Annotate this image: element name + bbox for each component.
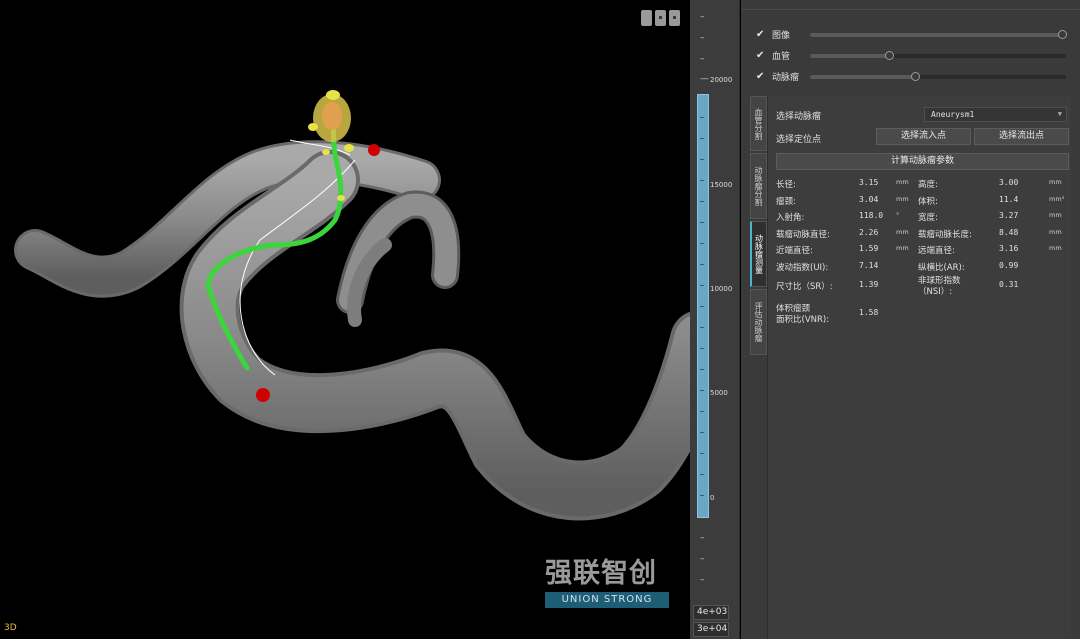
colorbar-label-10000: 10000: [710, 285, 733, 293]
param-label: 近端直径:: [776, 246, 813, 256]
aneurysm-opacity-slider[interactable]: [810, 72, 1066, 81]
colorbar-label-15000: 15000: [710, 181, 733, 189]
param-label: 纵横比(AR):: [918, 262, 965, 273]
param-value-sr: 1.39: [859, 280, 879, 289]
image-checkbox[interactable]: ✔: [756, 29, 768, 40]
param-value: 3.04: [859, 194, 879, 204]
param-label: 远端直径:: [918, 246, 955, 256]
param-value: 3.15: [859, 178, 879, 187]
param-value: 3.16: [999, 244, 1019, 253]
logo-subtitle: UNION STRONG: [545, 592, 669, 608]
param-label-vnr-line2: 面积比(VNR):: [776, 315, 830, 325]
param-value: 8.48: [999, 227, 1019, 237]
param-value: 1.59: [859, 244, 879, 253]
param-label: 体积:: [918, 196, 938, 207]
param-unit: mm: [896, 178, 909, 186]
tick-mark: –: [700, 554, 705, 564]
view-controls: [641, 10, 680, 26]
tick-mark: –: [700, 54, 705, 64]
colorbar-label-5000: 5000: [710, 389, 728, 397]
param-label-nsi-line2: （NSI）:: [918, 287, 953, 297]
param-unit: mm: [1049, 227, 1062, 236]
param-value-nsi: 0.31: [999, 280, 1019, 289]
measurement-content: 选择动脉瘤 Aneurysm1 ▼ 选择定位点 选择流入点 选择流出点 计算动脉…: [767, 96, 1071, 639]
colorbar-label-max: 20000: [710, 76, 733, 84]
tick-mark: –: [700, 533, 705, 543]
tick-mark: –: [700, 12, 705, 22]
param-label: 载瘤动脉长度:: [918, 229, 972, 240]
tab-aneurysm-segmentation[interactable]: 动脉瘤分割: [750, 153, 767, 219]
aneurysm-select-value: Aneurysm1: [931, 110, 975, 119]
param-value: 11.4: [999, 194, 1019, 204]
view-button-2[interactable]: [655, 10, 666, 26]
vessel-render: [14, 90, 690, 521]
param-unit: °: [896, 211, 900, 219]
layer-row-vessel: ✔ 血管: [756, 47, 1076, 63]
param-label: 载瘤动脉直径:: [776, 229, 830, 240]
select-point-label: 选择定位点: [776, 135, 822, 145]
param-label: 波动指数(UI):: [776, 262, 829, 273]
colorbar-min-field[interactable]: 4e+03: [693, 605, 729, 620]
slider-knob[interactable]: [911, 72, 920, 81]
tab-aneurysm-measurement[interactable]: 动脉瘤测量: [750, 221, 767, 287]
aneurysm-select[interactable]: Aneurysm1 ▼: [924, 107, 1067, 122]
layer-row-image: ✔ 图像: [756, 26, 1076, 42]
param-value: 2.26: [859, 227, 879, 237]
vessel-opacity-slider[interactable]: [810, 51, 1066, 60]
param-unit: mm: [896, 194, 909, 203]
inflow-point-marker: [256, 388, 270, 402]
3d-viewport[interactable]: 强联智创 UNION STRONG 3D: [0, 0, 690, 639]
view-mode-label: 3D: [4, 623, 17, 633]
param-value-vnr: 1.58: [859, 308, 879, 317]
select-outflow-button[interactable]: 选择流出点: [974, 128, 1069, 145]
param-value: 3.27: [999, 211, 1019, 220]
param-value: 3.00: [999, 178, 1019, 187]
param-label: 宽度:: [918, 213, 938, 223]
layer-row-aneurysm: ✔ 动脉瘤: [756, 68, 1076, 84]
outflow-point-marker: [368, 144, 380, 156]
param-label-sr: 尺寸比（SR）:: [776, 282, 833, 292]
tab-vessel-segmentation[interactable]: 血管分割: [750, 96, 767, 151]
compute-parameters-button[interactable]: 计算动脉瘤参数: [776, 153, 1069, 170]
image-opacity-slider[interactable]: [810, 30, 1067, 39]
param-unit: mm: [896, 227, 909, 236]
param-unit: mm: [1049, 178, 1062, 186]
colorbar-max-field[interactable]: 3e+04: [693, 622, 729, 637]
param-unit: mm: [1049, 211, 1062, 219]
param-value: 0.99: [999, 260, 1019, 270]
vessel-checkbox[interactable]: ✔: [756, 50, 768, 61]
select-inflow-button[interactable]: 选择流入点: [876, 128, 971, 145]
param-label: 长径:: [776, 180, 796, 190]
tick-mark: –: [700, 33, 705, 43]
param-unit: mm: [896, 244, 909, 252]
param-unit: mm³: [1049, 194, 1065, 203]
aneurysm-checkbox[interactable]: ✔: [756, 71, 768, 82]
logo-text: 强联智创: [545, 558, 657, 589]
tab-aneurysm-assessment[interactable]: 评估动脉瘤: [750, 289, 767, 355]
view-button-3[interactable]: [669, 10, 680, 26]
control-panel: ✔ 图像 ✔ 血管 ✔ 动脉瘤 血管分割 动脉瘤分割 动脉瘤测量 评估动脉瘤 选…: [741, 0, 1080, 639]
view-button-1[interactable]: [641, 10, 652, 26]
tick-mark: –: [700, 575, 705, 585]
logo: 强联智创 UNION STRONG: [545, 556, 669, 608]
slider-knob[interactable]: [1058, 30, 1067, 39]
colorbar-column: – – – — 20000 15000 10000 5000 0 – – – 4…: [690, 0, 740, 639]
param-label: 瘤颈:: [776, 196, 796, 207]
param-unit: mm: [1049, 244, 1062, 252]
param-label: 高度:: [918, 180, 938, 190]
param-value: 7.14: [859, 260, 879, 270]
slider-knob[interactable]: [885, 51, 894, 60]
param-value: 118.0: [859, 211, 884, 220]
colorbar-label-0: 0: [710, 494, 715, 502]
tick-mark: —: [700, 74, 709, 84]
select-aneurysm-label: 选择动脉瘤: [776, 112, 822, 122]
chevron-down-icon: ▼: [1057, 110, 1062, 118]
colorbar[interactable]: [697, 94, 709, 518]
param-label: 入射角:: [776, 213, 805, 223]
